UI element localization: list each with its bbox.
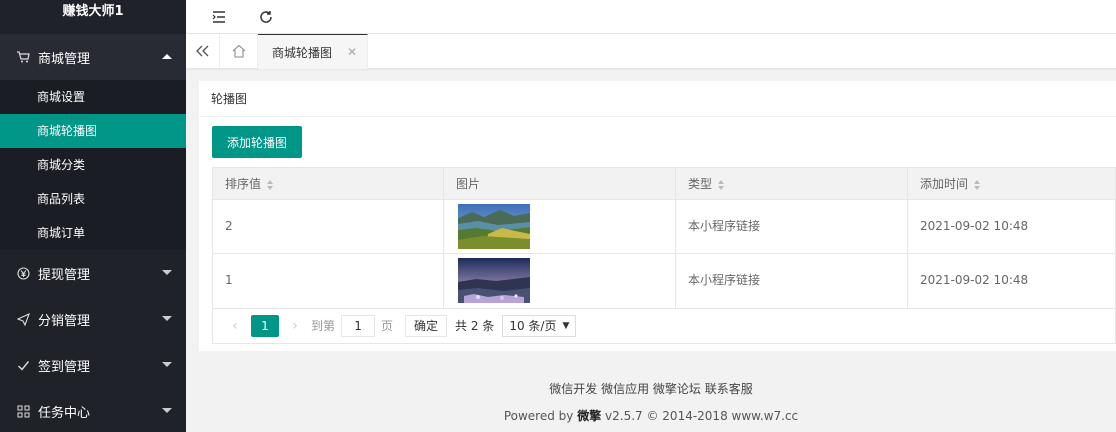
col-image-label: 图片 — [456, 177, 481, 191]
check-icon — [16, 358, 30, 372]
pagination: ‹ 1 › 到第 1 页 确定 共 2 条 10 条/页 ▼ — [212, 308, 1116, 344]
table-header: 排序值 图片 类型 添加时间 — [213, 168, 1115, 200]
footer-brand: 微擎 — [577, 409, 602, 423]
menu-withdraw[interactable]: 提现管理 — [0, 250, 186, 296]
caret-down-icon — [162, 408, 172, 413]
refresh-icon[interactable] — [255, 6, 277, 28]
yen-circle-icon — [16, 266, 30, 280]
col-image: 图片 — [444, 168, 676, 199]
page-size-value: 10 条/页 — [509, 318, 557, 333]
tabs-bar: 商城轮播图 ✕ — [186, 34, 1116, 69]
banner-thumbnail — [458, 204, 530, 249]
menu-checkin[interactable]: 签到管理 — [0, 342, 186, 388]
cell-time: 2021-09-02 10:48 — [920, 219, 1029, 233]
next-page-icon[interactable]: › — [285, 318, 305, 334]
page-unit-label: 页 — [381, 319, 394, 333]
footer-version: v2.5.7 © 2014-2018 — [601, 409, 732, 423]
col-time-label: 添加时间 — [920, 177, 969, 191]
menu-tasks[interactable]: 任务中心 — [0, 388, 186, 432]
top-bar — [186, 0, 1116, 34]
page-size-select[interactable]: 10 条/页 ▼ — [502, 314, 577, 337]
footer-links[interactable]: 微信开发 微信应用 微擎论坛 联系客服 — [186, 380, 1116, 397]
scroll-left-icon[interactable] — [186, 34, 220, 68]
content-card: 轮播图 添加轮播图 排序值 图片 类型 添加时间 2 本小程序链接 2021-0… — [199, 81, 1116, 351]
menu-checkin-label: 签到管理 — [38, 359, 91, 375]
prev-page-icon[interactable]: ‹ — [225, 318, 245, 334]
caret-down-icon — [162, 362, 172, 367]
cell-type: 本小程序链接 — [676, 200, 908, 253]
footer-powered: Powered by 微擎 v2.5.7 © 2014-2018 www.w7.… — [186, 407, 1116, 424]
cart-icon — [16, 50, 30, 64]
tab-label: 商城轮播图 — [272, 45, 333, 60]
sort-icon[interactable] — [267, 179, 274, 190]
cell-image — [444, 254, 676, 308]
grid-icon — [16, 404, 30, 418]
powered-label: Powered by — [503, 409, 578, 423]
cell-image — [444, 200, 676, 253]
cell-order: 2 — [213, 200, 444, 253]
table-row[interactable]: 2 本小程序链接 2021-09-02 10:48 — [213, 200, 1115, 254]
sub-item-shop-orders[interactable]: 商城订单 — [0, 216, 186, 250]
sort-icon[interactable] — [718, 179, 725, 190]
caret-down-icon: ▼ — [562, 320, 570, 331]
card-title: 轮播图 — [199, 81, 1116, 117]
add-banner-button[interactable]: 添加轮播图 — [212, 126, 302, 158]
close-icon[interactable]: ✕ — [347, 45, 357, 59]
sidebar: 赚钱大师1 商城管理 商城设置 商城轮播图 商城分类 商品列表 商城订单 提现管… — [0, 0, 186, 432]
send-icon — [16, 312, 30, 326]
menu-shop[interactable]: 商城管理 — [0, 34, 186, 80]
caret-down-icon — [162, 270, 172, 275]
caret-up-icon — [162, 54, 172, 59]
menu-shop-label: 商城管理 — [38, 51, 91, 67]
menu-tasks-label: 任务中心 — [38, 405, 91, 421]
col-order-label: 排序值 — [225, 177, 262, 191]
banner-thumbnail — [458, 258, 530, 303]
collapse-menu-icon[interactable] — [208, 6, 230, 28]
footer: 微信开发 微信应用 微擎论坛 联系客服 Powered by 微擎 v2.5.7… — [186, 380, 1116, 424]
caret-down-icon — [162, 316, 172, 321]
footer-site[interactable]: www.w7.cc — [732, 409, 799, 423]
tab-shop-banner[interactable]: 商城轮播图 ✕ — [258, 34, 368, 69]
home-icon[interactable] — [220, 34, 258, 68]
brand-title: 赚钱大师1 — [0, 0, 186, 34]
sub-item-shop-banner[interactable]: 商城轮播图 — [0, 114, 186, 148]
col-type-label: 类型 — [688, 177, 713, 191]
cell-type: 本小程序链接 — [676, 254, 908, 308]
menu-group-shop: 商城管理 商城设置 商城轮播图 商城分类 商品列表 商城订单 — [0, 34, 186, 250]
banner-table: 排序值 图片 类型 添加时间 2 本小程序链接 2021-09-02 10:48 — [212, 167, 1116, 309]
sub-item-shop-settings[interactable]: 商城设置 — [0, 80, 186, 114]
col-order[interactable]: 排序值 — [213, 168, 444, 199]
menu-distribution[interactable]: 分销管理 — [0, 296, 186, 342]
current-page[interactable]: 1 — [251, 314, 279, 337]
page-input[interactable]: 1 — [341, 314, 376, 337]
goto-label: 到第 — [311, 319, 336, 333]
confirm-button[interactable]: 确定 — [405, 314, 448, 337]
menu-withdraw-label: 提现管理 — [38, 267, 91, 283]
cell-order: 1 — [213, 254, 444, 308]
col-time[interactable]: 添加时间 — [908, 168, 1115, 199]
total-count: 共 2 条 — [455, 319, 495, 333]
sort-icon[interactable] — [974, 179, 981, 190]
menu-distribution-label: 分销管理 — [38, 313, 91, 329]
sub-item-product-list[interactable]: 商品列表 — [0, 182, 186, 216]
table-row[interactable]: 1 本小程序链接 2021-09-02 10:48 — [213, 254, 1115, 308]
cell-time: 2021-09-02 10:48 — [920, 273, 1029, 287]
sub-item-shop-category[interactable]: 商城分类 — [0, 148, 186, 182]
submenu-shop: 商城设置 商城轮播图 商城分类 商品列表 商城订单 — [0, 80, 186, 250]
col-type[interactable]: 类型 — [676, 168, 908, 199]
